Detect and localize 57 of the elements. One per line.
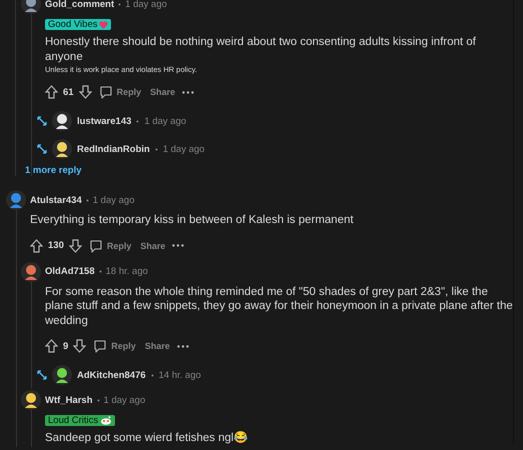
more-options-icon[interactable]	[182, 90, 194, 94]
timestamp: 1 day ago	[92, 194, 134, 206]
timestamp: 18 hr. ago	[106, 266, 148, 277]
timestamp: 1 day ago	[162, 144, 205, 154]
downvote-icon[interactable]	[68, 238, 82, 252]
username[interactable]: Wtf_Harsh	[45, 394, 93, 406]
avatar-icon[interactable]	[52, 365, 72, 385]
timestamp: 1 day ago	[104, 394, 146, 406]
vote-count: 9	[63, 340, 68, 352]
separator-dot-icon	[96, 398, 100, 402]
downvote-icon[interactable]	[73, 339, 86, 353]
username[interactable]: RedIndianRobin	[77, 144, 150, 154]
avatar-icon[interactable]	[52, 139, 72, 159]
separator-dot-icon	[154, 148, 158, 150]
username[interactable]: AdKitchen8476	[77, 370, 146, 380]
heart-icon	[99, 20, 108, 28]
speech-bubble-icon	[88, 238, 103, 252]
upvote-icon[interactable]	[45, 85, 58, 99]
avatar-icon[interactable]	[52, 111, 72, 131]
username[interactable]: Atulstar434	[30, 194, 82, 206]
speech-bubble-icon	[98, 85, 113, 99]
user-flair: Good Vibes	[45, 19, 112, 30]
separator-dot-icon	[98, 270, 102, 273]
upvote-icon[interactable]	[30, 238, 43, 252]
share-button[interactable]: Share	[142, 339, 172, 353]
comment-text: Everything is temporary kiss in between of Kalesh is permanent	[30, 213, 354, 228]
expand-icon[interactable]	[37, 116, 47, 126]
expand-icon[interactable]	[37, 370, 47, 380]
reply-button[interactable]: Reply	[91, 337, 138, 355]
share-button[interactable]: Share	[138, 238, 168, 252]
downvote-icon[interactable]	[78, 85, 92, 99]
comment-text: For some reason the whole thing reminded me of "50 shades of grey part 2&3", like the plane stuff and a few snippets, they go away for their honeymoon in a private plane after the wedding	[45, 284, 513, 328]
robot-face-icon	[100, 416, 112, 425]
vote-count: 130	[48, 240, 64, 251]
reply-button[interactable]: Reply	[96, 83, 144, 101]
username[interactable]: OldAd7158	[45, 266, 95, 277]
separator-dot-icon	[150, 374, 154, 376]
user-flair: Loud Critics	[45, 415, 116, 426]
speech-bubble-icon	[93, 339, 108, 353]
avatar-icon[interactable]	[21, 390, 41, 410]
avatar-icon[interactable]	[21, 0, 41, 14]
vote-count: 61	[63, 86, 74, 98]
comment-text: Sandeep got some wierd fetishes ngl😂	[45, 431, 249, 446]
more-options-icon[interactable]	[176, 344, 189, 348]
upvote-icon[interactable]	[45, 339, 58, 353]
username[interactable]: lustware143	[77, 116, 132, 126]
expand-icon[interactable]	[37, 144, 47, 154]
reply-button[interactable]: Reply	[86, 236, 134, 254]
timestamp: 1 day ago	[144, 116, 186, 126]
share-button[interactable]: Share	[148, 85, 178, 99]
separator-dot-icon	[86, 198, 89, 202]
more-replies-link[interactable]: 1 more reply	[25, 165, 82, 176]
more-options-icon[interactable]	[172, 244, 184, 247]
comment-text: Honestly there should be nothing weird about two consenting adults kissing infront of anyone	[45, 35, 477, 64]
separator-dot-icon	[136, 120, 140, 122]
separator-dot-icon	[118, 2, 122, 6]
timestamp: 14 hr. ago	[158, 370, 201, 380]
